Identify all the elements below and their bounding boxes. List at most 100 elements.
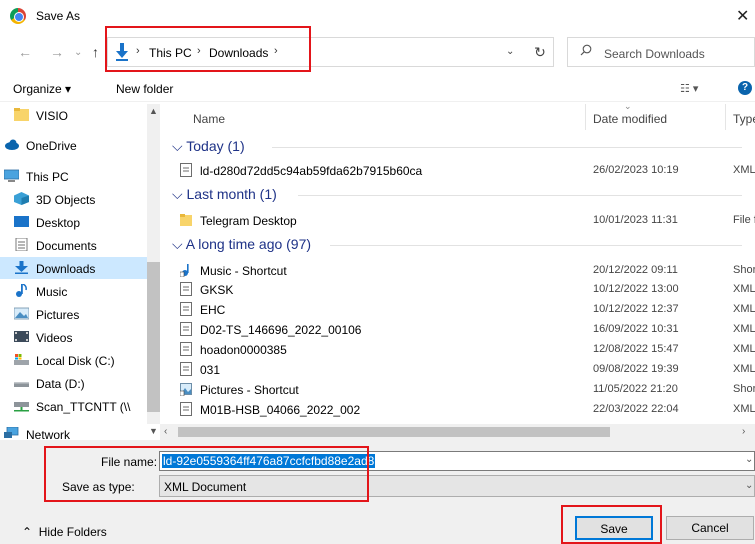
file-type: XML (733, 303, 755, 315)
save-type-dropdown-icon[interactable]: ⌄ (745, 480, 753, 491)
nav-item-documents[interactable]: Documents (0, 234, 147, 256)
group-divider (330, 245, 742, 246)
group-divider (298, 195, 742, 196)
sort-chevron-icon: ⌄ (624, 101, 632, 111)
cube-icon (14, 192, 29, 205)
file-date: 11/05/2022 21:20 (593, 383, 678, 395)
chevron-up-icon: ⌃ (22, 525, 33, 539)
file-type: Shor (733, 383, 755, 395)
file-icon (180, 163, 192, 177)
file-name: hoadon0000385 (200, 343, 287, 357)
file-name: GKSK (200, 283, 234, 297)
file-name: ld-d280d72dd5c94ab59fda62b7915b60ca (200, 164, 423, 178)
file-date: 22/03/2022 22:04 (593, 403, 679, 415)
nav-scroll-down-icon[interactable]: ▼ (149, 426, 158, 436)
column-header-name[interactable]: Name (193, 112, 225, 138)
scroll-left-icon[interactable]: ‹ (164, 426, 167, 437)
file-row[interactable]: M01B-HSB_04066_2022_002 22/03/2022 22:04… (172, 399, 755, 419)
nav-item-visio[interactable]: VISIO (0, 104, 147, 126)
file-date: 16/09/2022 10:31 (593, 323, 679, 335)
nav-item-scan-ttcntt[interactable]: Scan_TTCNTT (\\ (0, 395, 147, 417)
save-highlight-box (561, 505, 662, 544)
nav-item-downloads[interactable]: Downloads (0, 257, 147, 279)
file-row[interactable]: Music - Shortcut 20/12/2022 09:11 Shor (172, 260, 755, 280)
group-header-today[interactable]: ⌵ Today (1) (172, 138, 245, 155)
file-type: XML (733, 363, 755, 375)
disk-icon (14, 354, 29, 365)
nav-item-videos[interactable]: Videos (0, 326, 147, 348)
file-row[interactable]: D02-TS_146696_2022_00106 16/09/2022 10:3… (172, 319, 755, 339)
file-date: 09/08/2022 19:39 (593, 363, 679, 375)
folder-icon (14, 108, 29, 121)
column-header-date[interactable]: Date modified (593, 112, 667, 138)
file-type: XML (733, 283, 755, 295)
up-arrow-icon[interactable]: ↑ (92, 44, 99, 60)
file-name: D02-TS_146696_2022_00106 (200, 323, 362, 337)
file-date: 26/02/2023 10:19 (593, 164, 679, 176)
column-divider[interactable] (585, 104, 586, 130)
search-placeholder: Search Downloads (604, 47, 705, 61)
file-icon (180, 322, 192, 336)
window-title: Save As (36, 9, 81, 23)
group-header-long-time-ago[interactable]: ⌵ A long time ago (97) (172, 236, 311, 253)
nav-item-3d-objects[interactable]: 3D Objects (0, 188, 147, 210)
file-row[interactable]: Pictures - Shortcut 11/05/2022 21:20 Sho… (172, 379, 755, 399)
close-button[interactable]: ✕ (736, 6, 749, 26)
nav-scrollbar-thumb[interactable] (147, 262, 160, 412)
file-row[interactable]: Telegram Desktop 10/01/2023 11:31 File f (172, 210, 755, 230)
file-name-dropdown-icon[interactable]: ⌄ (745, 454, 753, 465)
music-shortcut-icon (180, 264, 189, 277)
organize-button[interactable]: Organize ▾ (13, 82, 71, 96)
back-arrow-icon[interactable]: ← (18, 44, 32, 60)
file-row[interactable]: EHC 10/12/2022 12:37 XML (172, 299, 755, 319)
cancel-button[interactable]: Cancel (666, 516, 754, 540)
recent-chevron-icon[interactable]: ⌄ (74, 47, 82, 58)
group-divider (272, 147, 742, 148)
file-row[interactable]: 031 09/08/2022 19:39 XML (172, 359, 755, 379)
file-name: Music - Shortcut (200, 264, 287, 278)
file-row[interactable]: GKSK 10/12/2022 13:00 XML (172, 279, 755, 299)
horizontal-scrollbar-thumb[interactable] (178, 427, 610, 437)
view-options-icon[interactable]: ☷ ▾ (680, 82, 698, 95)
videos-icon (14, 331, 29, 342)
group-header-last-month[interactable]: ⌵ Last month (1) (172, 186, 277, 203)
nav-scroll-up-icon[interactable]: ▲ (149, 106, 158, 116)
nav-item-desktop[interactable]: Desktop (0, 211, 147, 233)
chrome-icon (10, 8, 26, 24)
forward-arrow-icon[interactable]: → (50, 44, 64, 60)
pictures-icon (14, 307, 29, 320)
network-drive-icon (14, 402, 29, 412)
address-dropdown-icon[interactable]: ⌄ (506, 46, 514, 57)
file-name: Telegram Desktop (200, 214, 297, 228)
nav-item-local-disk-c[interactable]: Local Disk (C:) (0, 349, 147, 371)
file-type: XML (733, 343, 755, 355)
chevron-down-icon: ⌵ (172, 236, 183, 252)
scroll-right-icon[interactable]: › (742, 426, 745, 437)
nav-item-pictures[interactable]: Pictures (0, 303, 147, 325)
file-icon (180, 302, 192, 316)
nav-item-data-d[interactable]: Data (D:) (0, 372, 147, 394)
chevron-down-icon: ⌵ (172, 138, 183, 154)
file-date: 10/12/2022 13:00 (593, 283, 679, 295)
file-row[interactable]: ld-d280d72dd5c94ab59fda62b7915b60ca 26/0… (172, 160, 755, 180)
desktop-icon (14, 216, 29, 227)
file-date: 12/08/2022 15:47 (593, 343, 679, 355)
computer-icon (4, 169, 19, 182)
hide-folders-button[interactable]: ⌃ Hide Folders (22, 525, 107, 539)
folder-icon (180, 214, 192, 226)
file-row[interactable]: hoadon0000385 12/08/2022 15:47 XML (172, 339, 755, 359)
file-icon (180, 282, 192, 296)
new-folder-button[interactable]: New folder (116, 82, 173, 96)
help-icon[interactable]: ? (738, 81, 752, 95)
cloud-icon (5, 139, 19, 150)
column-divider[interactable] (725, 104, 726, 130)
column-header-type[interactable]: Type (733, 112, 755, 138)
file-type: Shor (733, 264, 755, 276)
documents-icon (15, 238, 28, 251)
file-date: 10/01/2023 11:31 (593, 214, 678, 226)
nav-item-onedrive[interactable]: OneDrive (0, 134, 147, 156)
nav-item-this-pc[interactable]: This PC (0, 165, 147, 187)
refresh-icon[interactable]: ↻ (529, 41, 551, 63)
nav-item-music[interactable]: Music (0, 280, 147, 302)
toolbar (0, 74, 755, 102)
